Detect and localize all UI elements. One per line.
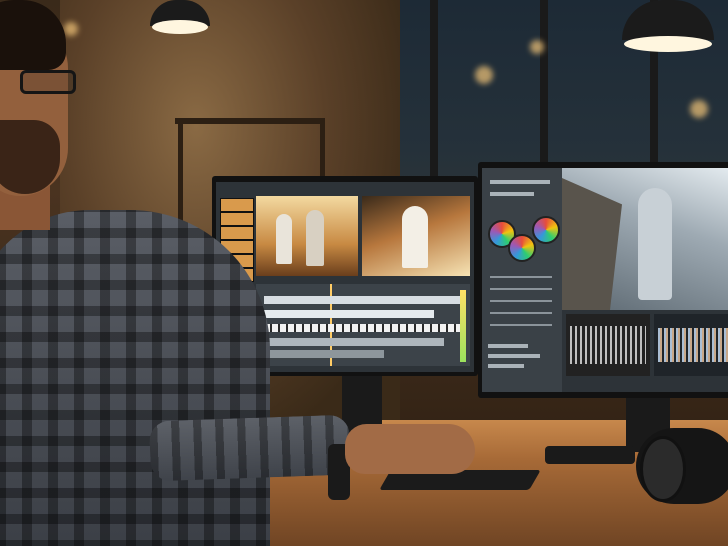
bokeh-light (530, 40, 544, 54)
astronaut-figure (638, 188, 672, 300)
color-wheel (532, 216, 560, 244)
astronaut-figure (402, 206, 428, 268)
grading-slider (490, 300, 552, 302)
panel-label (490, 180, 550, 184)
color-grading-screen (482, 168, 728, 392)
camera-lens (640, 436, 686, 502)
grading-slider (490, 312, 552, 314)
timeline (256, 284, 470, 366)
timeline-clip (264, 338, 444, 346)
graded-preview (562, 168, 728, 310)
glasses (20, 70, 76, 94)
panel-label (488, 364, 524, 368)
timeline-clip (264, 350, 384, 358)
media-thumbnail (220, 226, 254, 240)
person-torso (0, 210, 270, 546)
grading-slider (490, 276, 552, 278)
timeline-clip (264, 310, 434, 318)
lamp-glow (624, 36, 712, 52)
person-arm (149, 414, 351, 482)
person-hair (0, 0, 66, 70)
parade-scope (654, 314, 728, 376)
person-hand (345, 424, 475, 474)
astronaut-figure (276, 214, 292, 264)
timeline-clip (264, 296, 464, 304)
bokeh-light (690, 100, 708, 118)
timeline-clip (264, 324, 460, 332)
panel-label (488, 354, 540, 358)
audio-meter (460, 290, 466, 362)
monitor-base (545, 446, 635, 464)
source-preview (256, 196, 358, 276)
office-scene (0, 0, 728, 546)
grading-slider (490, 288, 552, 290)
program-preview (362, 196, 470, 276)
color-wheel (508, 234, 536, 262)
media-thumbnail (220, 212, 254, 226)
panel-label (490, 192, 534, 196)
panel-label (488, 344, 528, 348)
bokeh-light (64, 22, 78, 36)
rock-formation (562, 178, 622, 310)
shelf (175, 118, 325, 124)
lamp-glow (152, 20, 208, 34)
astronaut-figure (306, 210, 324, 266)
color-panel (482, 168, 562, 392)
monitor-right (478, 162, 728, 398)
parade-trace (658, 328, 728, 362)
monitor-stand (342, 372, 382, 432)
waveform-scope (566, 314, 650, 376)
bokeh-light (475, 66, 493, 84)
waveform-trace (570, 326, 646, 364)
media-thumbnail (220, 198, 254, 212)
grading-slider (490, 324, 552, 326)
